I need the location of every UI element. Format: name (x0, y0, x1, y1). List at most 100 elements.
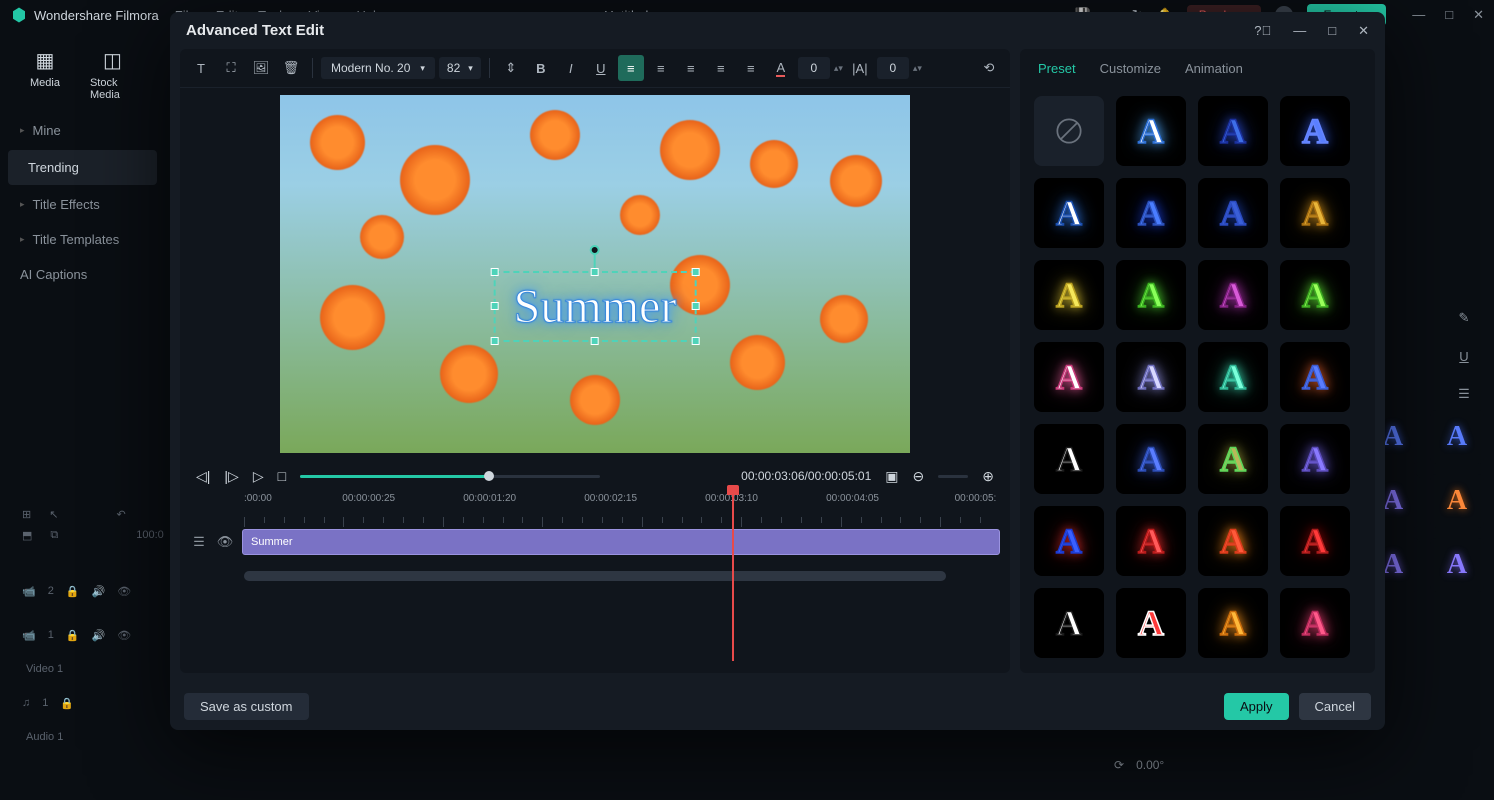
tab-preset[interactable]: Preset (1038, 61, 1076, 76)
line-height-icon[interactable]: ⇕ (498, 55, 524, 81)
font-select[interactable]: Modern No. 20▾ (321, 57, 435, 79)
play-icon[interactable]: ▷ (253, 468, 264, 485)
spacing-input[interactable]: 0 (798, 57, 830, 79)
save-as-custom-button[interactable]: Save as custom (184, 693, 309, 720)
preset-19[interactable]: A (1280, 424, 1350, 494)
zoom-out-icon[interactable]: ⊖ (913, 468, 925, 485)
preset-25[interactable]: A (1116, 588, 1186, 658)
preset-2[interactable]: A (1198, 96, 1268, 166)
preset-20[interactable]: A (1034, 506, 1104, 576)
text-bounding-box[interactable]: Summer (494, 271, 697, 342)
preset-26[interactable]: A (1198, 588, 1268, 658)
preset-23[interactable]: A (1280, 506, 1350, 576)
tracking-icon[interactable]: |A| (847, 55, 873, 81)
minimize-icon[interactable]: — (1412, 7, 1425, 23)
marker-icon[interactable]: ⬒ (22, 529, 32, 559)
app-brand: Wondershare Filmora (10, 6, 159, 24)
next-frame-icon[interactable]: |▷ (224, 468, 238, 485)
preview-text[interactable]: Summer (514, 279, 677, 334)
italic-icon[interactable]: I (558, 55, 584, 81)
preset-grid: AAAAAAAAAAAAAAAAAAAAAAAAAAA (1020, 88, 1375, 673)
playhead[interactable] (732, 491, 734, 661)
cursor-tool-icon[interactable]: ↖ (49, 508, 58, 521)
tab-animation[interactable]: Animation (1185, 61, 1243, 76)
preset-24[interactable]: A (1034, 588, 1104, 658)
stop-icon[interactable]: □ (278, 468, 286, 484)
preset-6[interactable]: A (1198, 178, 1268, 248)
apply-button[interactable]: Apply (1224, 693, 1289, 720)
sidebar-item-mine[interactable]: ▸Mine (0, 113, 165, 148)
reset-icon[interactable]: ⟲ (976, 55, 1002, 81)
underline-btn-icon[interactable]: U (588, 55, 614, 81)
size-select[interactable]: 82▾ (439, 57, 481, 79)
preset-5[interactable]: A (1116, 178, 1186, 248)
text-color-icon[interactable]: A (768, 55, 794, 81)
progress-bar[interactable] (300, 475, 600, 478)
maximize-icon[interactable]: □ (1445, 7, 1453, 23)
select-tool-icon[interactable]: ⊞ (22, 508, 31, 521)
align-left-icon[interactable]: ≡ (618, 55, 644, 81)
property-panel: ⟳0.00° (1094, 750, 1484, 780)
preset-12[interactable]: A (1034, 342, 1104, 412)
sidebar-item-title-effects[interactable]: ▸Title Effects (0, 187, 165, 222)
list-icon[interactable]: ☰ (1450, 380, 1478, 408)
align-justify-icon[interactable]: ≡ (708, 55, 734, 81)
advanced-text-edit-modal: Advanced Text Edit ?⃝ — □ ✕ T ⛶ 🖼 🗑 Mode… (170, 12, 1385, 730)
safe-zone-icon[interactable]: ▣ (885, 468, 898, 485)
preset-1[interactable]: A (1116, 96, 1186, 166)
transform-icon[interactable]: ⛶ (218, 55, 244, 81)
preset-3[interactable]: A (1280, 96, 1350, 166)
sidebar-item-trending[interactable]: Trending (8, 150, 157, 185)
align-right-icon[interactable]: ≡ (678, 55, 704, 81)
link-icon[interactable]: ⧉ (50, 529, 58, 559)
preset-4[interactable]: A (1034, 178, 1104, 248)
modal-maximize-icon[interactable]: □ (1328, 23, 1336, 39)
zoom-in-icon[interactable]: ⊕ (982, 468, 994, 485)
preset-18[interactable]: A (1198, 424, 1268, 494)
modal-minimize-icon[interactable]: — (1293, 23, 1306, 39)
preset-21[interactable]: A (1116, 506, 1186, 576)
sidebar-item-title-templates[interactable]: ▸Title Templates (0, 222, 165, 257)
preset-16[interactable]: A (1034, 424, 1104, 494)
modal-close-icon[interactable]: ✕ (1358, 23, 1369, 39)
preset-22[interactable]: A (1198, 506, 1268, 576)
valign-icon[interactable]: ≡ (738, 55, 764, 81)
ruler[interactable]: :00:00 00:00:00:25 00:00:01:20 00:00:02:… (244, 493, 1000, 525)
eyedropper-icon[interactable]: ✎ (1450, 304, 1478, 332)
preset-10[interactable]: A (1198, 260, 1268, 330)
sidebar-item-ai-captions[interactable]: AI Captions (0, 257, 165, 292)
preset-7[interactable]: A (1280, 178, 1350, 248)
add-text-icon[interactable]: T (188, 55, 214, 81)
modal-title: Advanced Text Edit (186, 22, 324, 39)
preset-9[interactable]: A (1116, 260, 1186, 330)
preset-0[interactable] (1034, 96, 1104, 166)
text-preview[interactable]: Summer (180, 88, 1010, 459)
preset-11[interactable]: A (1280, 260, 1350, 330)
underline-icon[interactable]: U (1450, 342, 1478, 370)
preset-8[interactable]: A (1034, 260, 1104, 330)
preset-17[interactable]: A (1116, 424, 1186, 494)
preset-27[interactable]: A (1280, 588, 1350, 658)
prev-frame-icon[interactable]: ◁| (196, 468, 210, 485)
help-icon[interactable]: ?⃝ (1254, 23, 1271, 39)
preset-13[interactable]: A (1116, 342, 1186, 412)
sidebar-tab-media[interactable]: ▦Media (30, 48, 60, 101)
align-center-icon[interactable]: ≡ (648, 55, 674, 81)
track-visibility-icon[interactable]: 👁 (216, 534, 234, 550)
text-toolbar: T ⛶ 🖼 🗑 Modern No. 20▾ 82▾ ⇕ B I U ≡ ≡ ≡… (180, 49, 1010, 88)
track-options-icon[interactable]: ☰ (190, 534, 208, 550)
tab-customize[interactable]: Customize (1100, 61, 1161, 76)
h-scrollbar[interactable] (244, 571, 946, 581)
sidebar-tab-stock[interactable]: ◫Stock Media (90, 48, 135, 101)
text-clip[interactable]: Summer (242, 529, 1000, 555)
bold-icon[interactable]: B (528, 55, 554, 81)
close-icon[interactable]: ✕ (1473, 7, 1484, 23)
delete-icon[interactable]: 🗑 (278, 55, 304, 81)
cancel-button[interactable]: Cancel (1299, 693, 1371, 720)
undo-icon[interactable]: ↶ (116, 508, 125, 521)
preset-15[interactable]: A (1280, 342, 1350, 412)
preset-14[interactable]: A (1198, 342, 1268, 412)
tracking-input[interactable]: 0 (877, 57, 909, 79)
image-icon[interactable]: 🖼 (248, 55, 274, 81)
right-tool-strip: ✎ U ☰ (1434, 300, 1494, 412)
